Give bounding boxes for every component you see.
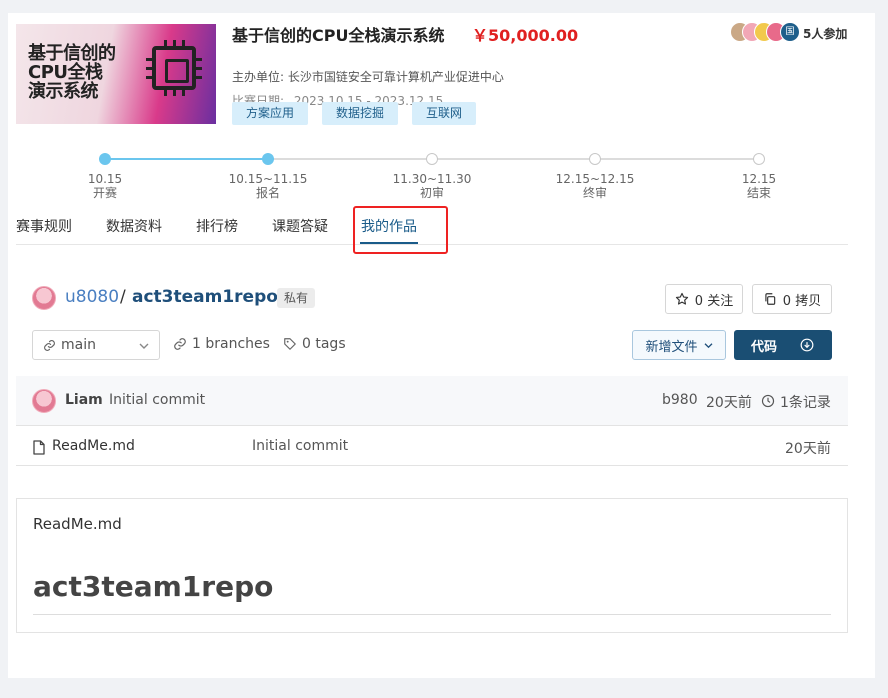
fork-button[interactable]: 0 拷贝 bbox=[752, 284, 832, 314]
timeline-label: 终审 bbox=[582, 186, 607, 200]
new-file-label: 新增文件 bbox=[645, 339, 698, 355]
watch-button[interactable]: 0 关注 bbox=[665, 284, 743, 314]
file-commit-message[interactable]: Initial commit bbox=[252, 438, 348, 454]
star-icon bbox=[675, 292, 688, 305]
timeline-label: 开赛 bbox=[92, 186, 117, 200]
new-file-button[interactable]: 新增文件 bbox=[632, 330, 726, 360]
copy-icon bbox=[765, 293, 776, 305]
timeline-track bbox=[274, 158, 764, 160]
highlight-box bbox=[353, 206, 448, 254]
commit-time: 20天前 bbox=[706, 395, 752, 411]
file-name-link[interactable]: ReadMe.md bbox=[52, 438, 135, 454]
timeline-step: 12.15~12.15 终审 bbox=[535, 172, 655, 200]
competition-title: 基于信创的CPU全栈演示系统 bbox=[232, 26, 445, 45]
timeline-date: 12.15 bbox=[741, 172, 777, 186]
tag-icon bbox=[284, 338, 296, 350]
tab-leaderboard[interactable]: 排行榜 bbox=[196, 216, 238, 236]
visibility-badge: 私有 bbox=[277, 288, 316, 308]
prize-amount: ￥50,000.00 bbox=[472, 26, 579, 45]
commit-count-link[interactable]: 1条记录 bbox=[780, 392, 831, 412]
timeline-date: 12.15~12.15 bbox=[555, 172, 635, 186]
download-circle-icon bbox=[800, 338, 814, 352]
clock-icon bbox=[761, 394, 775, 408]
chevron-down-icon bbox=[704, 342, 712, 348]
tags-link[interactable]: 0 tags bbox=[302, 336, 346, 352]
timeline-progress bbox=[110, 158, 274, 160]
timeline-date: 10.15 bbox=[87, 172, 123, 186]
commit-message[interactable]: Initial commit bbox=[109, 392, 205, 408]
competition-banner[interactable]: 基于信创的 CPU全栈 演示系统 bbox=[16, 24, 216, 124]
code-label: 代码 bbox=[751, 340, 778, 355]
fork-label: 0 拷贝 bbox=[782, 293, 822, 309]
timeline-label: 结束 bbox=[746, 186, 771, 200]
timeline-dot bbox=[426, 153, 438, 165]
tag-solution[interactable]: 方案应用 bbox=[232, 102, 309, 125]
branch-name: main bbox=[61, 337, 96, 353]
timeline-step: 12.15 结束 bbox=[699, 172, 819, 200]
timeline-step: 11.30~11.30 初审 bbox=[372, 172, 492, 200]
tab-rules[interactable]: 赛事规则 bbox=[16, 216, 72, 236]
banner-text: 基于信创的 CPU全栈 演示系统 bbox=[28, 43, 116, 102]
commit-hash[interactable]: b980 bbox=[662, 392, 698, 408]
timeline-label: 报名 bbox=[255, 186, 280, 200]
tag-internet[interactable]: 互联网 bbox=[412, 102, 477, 125]
branch-link-icon bbox=[174, 338, 186, 350]
timeline-dot bbox=[589, 153, 601, 165]
readme-panel bbox=[16, 498, 848, 633]
file-row[interactable] bbox=[16, 426, 848, 466]
timeline-dot bbox=[99, 153, 111, 165]
avatar: 国 bbox=[780, 22, 800, 42]
timeline-dot bbox=[262, 153, 274, 165]
timeline-label: 初审 bbox=[419, 186, 444, 200]
watch-label: 0 关注 bbox=[694, 293, 734, 309]
link-icon bbox=[44, 340, 55, 351]
organizer: 主办单位: 长沙市国链安全可靠计算机产业促进中心 bbox=[232, 70, 504, 84]
tab-qa[interactable]: 课题答疑 bbox=[272, 216, 328, 236]
participant-count[interactable]: 5人参加 bbox=[803, 25, 847, 42]
author-avatar[interactable] bbox=[32, 389, 56, 413]
branch-select[interactable]: main bbox=[32, 330, 160, 360]
timeline-date: 11.30~11.30 bbox=[392, 172, 472, 186]
owner-avatar[interactable] bbox=[32, 286, 56, 310]
repo-path-separator: / bbox=[120, 287, 126, 307]
readme-divider bbox=[33, 614, 831, 615]
timeline-step: 10.15~11.15 报名 bbox=[208, 172, 328, 200]
branches-link[interactable]: 1 branches bbox=[192, 336, 270, 352]
cpu-chip-icon bbox=[146, 40, 202, 96]
repo-owner-link[interactable]: u8080 bbox=[65, 287, 119, 307]
timeline-dot bbox=[753, 153, 765, 165]
file-icon bbox=[33, 440, 45, 455]
file-time: 20天前 bbox=[785, 441, 831, 457]
tab-data[interactable]: 数据资料 bbox=[106, 216, 162, 236]
repo-name-link[interactable]: act3team1repo bbox=[132, 287, 278, 307]
timeline-date: 10.15~11.15 bbox=[228, 172, 308, 186]
readme-heading: act3team1repo bbox=[33, 570, 274, 603]
commit-author[interactable]: Liam bbox=[65, 392, 103, 408]
code-button[interactable]: 代码 bbox=[734, 330, 832, 360]
chevron-down-icon bbox=[139, 343, 149, 349]
tag-data-mining[interactable]: 数据挖掘 bbox=[322, 102, 399, 125]
readme-filename: ReadMe.md bbox=[33, 515, 122, 533]
timeline-step: 10.15 开赛 bbox=[45, 172, 165, 200]
